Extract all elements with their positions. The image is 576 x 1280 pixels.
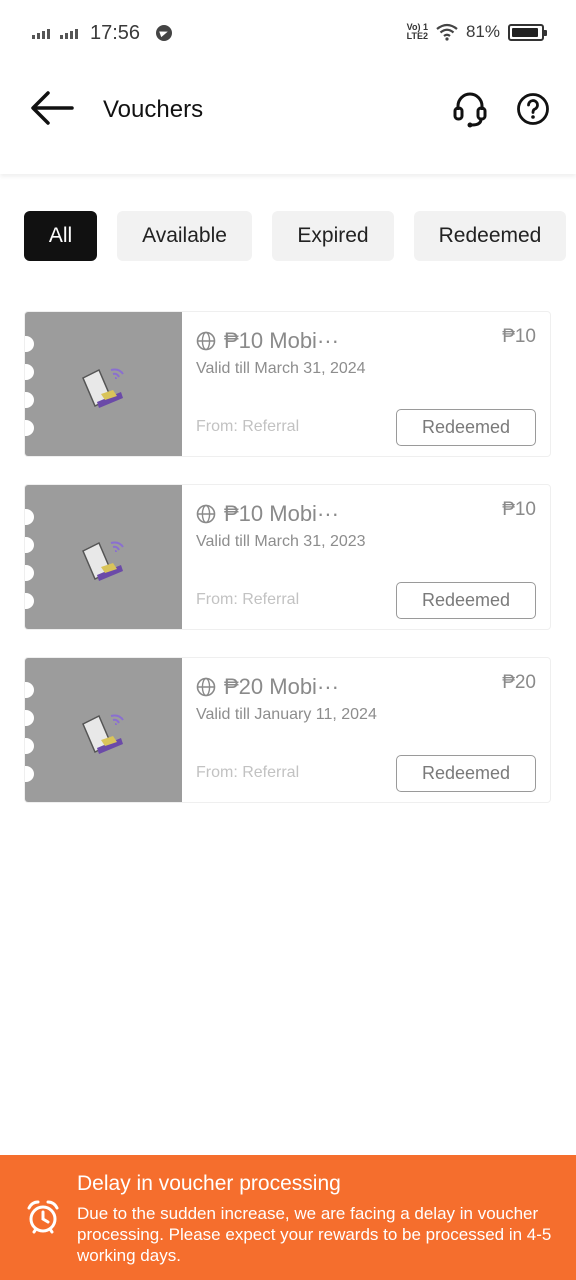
globe-icon [196,504,216,524]
voucher-validity: Valid till January 11, 2024 [196,706,377,723]
signal-icon [60,27,78,39]
status-bar: 17:56 Vo) 1 LTE2 81% [0,0,576,66]
voucher-thumbnail [25,312,182,456]
voucher-price: ₱20 [502,672,536,693]
voucher-name-row: ₱10 Mobi··· [196,501,339,527]
app-bar: Vouchers [0,66,576,174]
voucher-source: From: Referral [196,418,300,435]
alarm-clock-icon [27,1200,59,1234]
voucher-info: ₱10 Mobi··· ₱10 Valid till March 31, 202… [196,312,550,456]
redeemed-button[interactable]: Redeemed [396,582,536,619]
voucher-name-row: ₱10 Mobi··· [196,328,339,354]
sim-card-icon [82,368,124,408]
delay-notice-banner: Delay in voucher processing Due to the s… [0,1155,576,1280]
status-left: 17:56 [32,21,173,44]
voucher-source: From: Referral [196,764,300,781]
voucher-thumbnail [25,485,182,629]
voucher-price: ₱10 [502,326,536,347]
globe-icon [196,331,216,351]
battery-percent: 81% [465,22,500,41]
battery-icon [508,23,547,41]
volte-icon: Vo) 1 LTE2 [406,22,428,41]
globe-icon [196,677,216,697]
voucher-validity: Valid till March 31, 2023 [196,533,366,550]
help-icon[interactable] [516,92,550,126]
clock: 17:56 [90,21,141,44]
status-right: Vo) 1 LTE2 81% [406,22,547,42]
back-arrow-icon[interactable] [28,88,76,128]
voucher-source: From: Referral [196,591,300,608]
tab-expired[interactable]: Expired [272,211,394,261]
banner-title: Delay in voucher processing [77,1172,341,1195]
sim-card-icon [82,541,124,581]
voucher-validity: Valid till March 31, 2024 [196,360,366,377]
tab-redeemed[interactable]: Redeemed [414,211,566,261]
voucher-card[interactable]: ₱10 Mobi··· ₱10 Valid till March 31, 202… [24,311,551,457]
voucher-name: ₱20 Mobi··· [224,674,339,699]
telegram-icon [156,25,173,41]
voucher-card[interactable]: ₱10 Mobi··· ₱10 Valid till March 31, 202… [24,484,551,630]
signal-icon [32,27,50,39]
redeemed-button[interactable]: Redeemed [396,409,536,446]
filter-tabs: All Available Expired Redeemed [24,211,576,261]
banner-body: Due to the sudden increase, we are facin… [77,1204,552,1265]
voucher-name: ₱10 Mobi··· [224,328,339,353]
voucher-info: ₱20 Mobi··· ₱20 Valid till January 11, 2… [196,658,550,802]
voucher-info: ₱10 Mobi··· ₱10 Valid till March 31, 202… [196,485,550,629]
page-title: Vouchers [103,96,204,123]
tab-available[interactable]: Available [117,211,252,261]
voucher-name-row: ₱20 Mobi··· [196,674,339,700]
wifi-icon [436,23,458,41]
voucher-thumbnail [25,658,182,802]
voucher-price: ₱10 [502,499,536,520]
voucher-name: ₱10 Mobi··· [224,501,339,526]
battery-level [512,27,538,37]
headset-icon[interactable] [452,90,488,128]
tab-all[interactable]: All [24,211,97,261]
sim-card-icon [82,714,124,754]
voucher-list: ₱10 Mobi··· ₱10 Valid till March 31, 202… [24,311,551,830]
redeemed-button[interactable]: Redeemed [396,755,536,792]
voucher-card[interactable]: ₱20 Mobi··· ₱20 Valid till January 11, 2… [24,657,551,803]
